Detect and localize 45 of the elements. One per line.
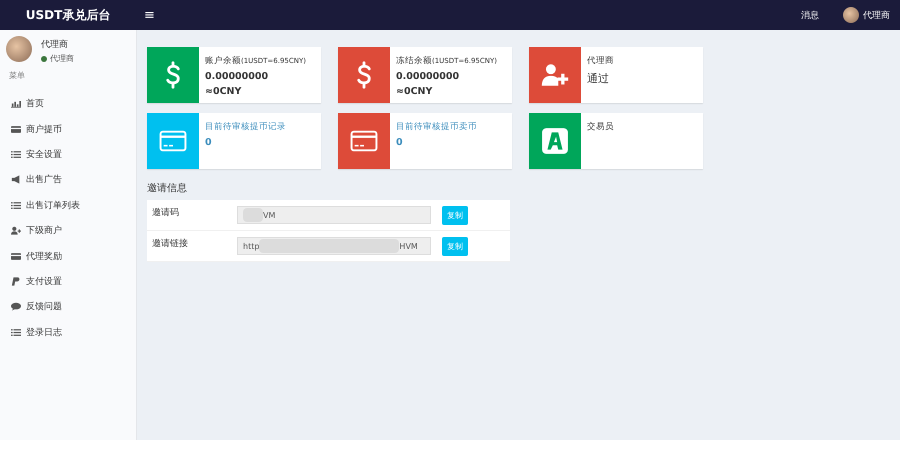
- balance-cny: ≈0CNY: [396, 86, 434, 97]
- comment-icon: [11, 302, 21, 312]
- sidebar-item[interactable]: 首页: [0, 91, 136, 116]
- letter-a-icon: [541, 127, 569, 155]
- avatar: [6, 36, 32, 62]
- card-count: 0: [205, 137, 213, 148]
- list-icon: [11, 328, 21, 337]
- card-count: 0: [396, 137, 404, 148]
- user-status: 代理商: [50, 53, 74, 64]
- sidebar-item[interactable]: 安全设置: [0, 142, 136, 168]
- avatar: [843, 7, 859, 23]
- sidebar-item[interactable]: 商户提币: [0, 116, 136, 142]
- section-title: 邀请信息: [147, 182, 188, 195]
- megaphone-icon: [11, 175, 21, 184]
- section-label: 菜单: [8, 70, 26, 82]
- card-icon: [11, 124, 21, 134]
- sidebar-item[interactable]: 出售广告: [0, 167, 136, 193]
- user-menu[interactable]: 代理商: [863, 8, 890, 22]
- sidebar-item[interactable]: 下级商户: [0, 218, 136, 244]
- input-field[interactable]: http HVM: [237, 237, 431, 255]
- messages-link[interactable]: 消息: [801, 8, 819, 22]
- card-link[interactable]: 目前待审核提币卖币: [396, 121, 477, 133]
- card-icon: [11, 252, 21, 261]
- menu-toggle[interactable]: ≡: [144, 8, 155, 22]
- sidebar-item[interactable]: 代理奖励: [0, 243, 136, 269]
- user-name: 代理商: [41, 38, 69, 51]
- balance-amount: 0.00000000: [205, 71, 270, 82]
- balance-amount: 0.00000000: [396, 71, 460, 82]
- field-label: 邀请链接: [151, 238, 189, 250]
- sidebar-item[interactable]: 登录日志: [0, 320, 136, 345]
- sidebar-item[interactable]: 出售订单列表: [0, 192, 136, 218]
- list-icon: [11, 200, 21, 210]
- list-icon: [11, 150, 21, 159]
- logo-text: USDT承兑后台: [24, 6, 112, 24]
- field-label: 邀请码: [151, 206, 180, 219]
- input-field[interactable]: VM: [237, 206, 431, 224]
- sidebar-item[interactable]: 反馈问题: [0, 294, 136, 320]
- user-add-icon: [11, 226, 21, 236]
- card-title: 交易员: [587, 121, 614, 133]
- chart-icon: [11, 99, 21, 108]
- balance-cny: ≈0CNY: [205, 86, 242, 97]
- card-link[interactable]: 目前待审核提币记录: [205, 121, 286, 133]
- card-value: 通过: [587, 71, 610, 86]
- card-title: 代理商: [587, 55, 614, 67]
- sidebar-item[interactable]: 支付设置: [0, 268, 136, 294]
